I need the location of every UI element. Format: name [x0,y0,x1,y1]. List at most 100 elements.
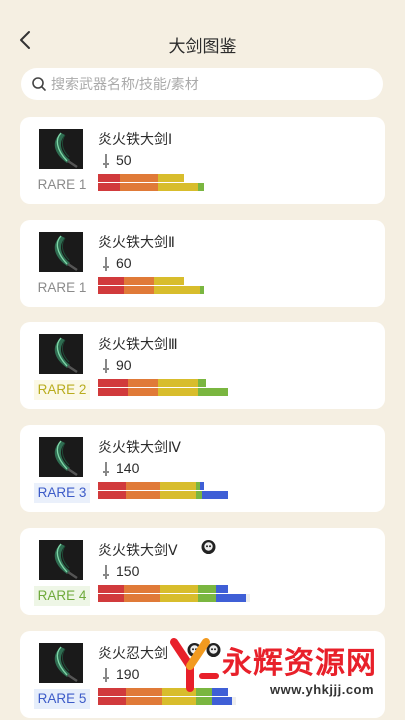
sharpness-segment-green [200,286,204,294]
great-sword-icon [39,129,83,169]
sharpness-segment-green [198,388,228,396]
sharpness-segment-blue [202,491,228,499]
page-title: 大剑图鉴 [168,37,237,56]
skull-badge-icon [200,539,217,556]
sharpness-segment-green [198,585,216,593]
header-bar: 大剑图鉴 [0,0,405,64]
sharpness-segment-orange [124,277,154,285]
rarity-label: RARE 1 [34,278,90,298]
rarity-label: RARE 4 [34,586,90,606]
sharpness-segment-orange [124,594,160,602]
watermark-url: www.yhkjjj.com [270,682,375,697]
sharpness-bar-max [98,183,204,191]
sharpness-segment-green [198,594,216,602]
sharpness-segment-red [98,388,128,396]
sharpness-bar [98,379,206,387]
sharpness-segment-yellow [154,286,200,294]
sharpness-segment-green [198,379,206,387]
sharpness-segment-red [98,697,126,705]
sharpness-segment-blue [200,482,204,490]
sharpness-segment-orange [126,482,160,490]
badge-group [200,539,217,557]
attack-value: 60 [116,255,132,271]
attack-value: 150 [116,563,140,579]
sharpness-segment-red [98,286,124,294]
sharpness-segment-red [98,379,128,387]
weapon-name: 炎火铁大剑Ⅲ [98,336,178,352]
sharpness-segment-yellow [158,183,198,191]
attack-icon [100,564,112,580]
weapon-name: 炎火铁大剑Ⅳ [98,439,181,455]
site-watermark: 永辉资源网 www.yhkjjj.com [160,632,405,720]
sharpness-segment-yellow [160,482,196,490]
great-sword-icon [39,643,83,683]
great-sword-icon [39,232,83,272]
sharpness-segment-blue [216,594,246,602]
sharpness-segment-orange [126,688,162,696]
sharpness-segment-yellow [160,594,198,602]
great-sword-icon [39,334,83,374]
sharpness-segment-orange [126,491,160,499]
weapon-card[interactable]: RARE 2 炎火铁大剑Ⅲ 90 [20,322,385,409]
sharpness-segment-red [98,585,124,593]
sharpness-segment-yellow [158,379,198,387]
sharpness-segment-white [246,594,250,602]
attack-value: 90 [116,357,132,373]
sharpness-bar-max [98,594,250,602]
sharpness-segment-orange [120,174,158,182]
weapon-card[interactable]: RARE 4 炎火铁大剑Ⅴ 150 [20,528,385,615]
attack-value: 50 [116,152,132,168]
great-sword-icon [39,437,83,477]
attack-icon [100,358,112,374]
sharpness-segment-red [98,688,126,696]
sharpness-segment-yellow [154,277,184,285]
sharpness-bar [98,482,204,490]
sharpness-segment-orange [124,585,160,593]
sharpness-segment-orange [126,697,162,705]
sharpness-segment-red [98,482,126,490]
sharpness-bar-max [98,491,228,499]
attack-icon [100,667,112,683]
sharpness-segment-green [198,183,204,191]
weapon-name: 炎火铁大剑Ⅴ [98,542,178,558]
sharpness-segment-yellow [160,491,196,499]
weapon-card[interactable]: RARE 1 炎火铁大剑Ⅱ 60 [20,220,385,307]
search-input[interactable] [51,68,371,100]
sharpness-segment-orange [128,388,158,396]
sharpness-bar-max [98,388,228,396]
rarity-label: RARE 1 [34,175,90,195]
sharpness-bar [98,277,184,285]
attack-value: 190 [116,666,140,682]
weapon-name: 炎火铁大剑Ⅰ [98,131,173,147]
rarity-label: RARE 5 [34,689,90,709]
sharpness-segment-blue [216,585,228,593]
search-bar[interactable] [21,68,383,100]
sharpness-bar-max [98,286,204,294]
great-sword-icon [39,540,83,580]
sharpness-segment-red [98,491,126,499]
sharpness-segment-orange [124,286,154,294]
sharpness-segment-red [98,183,120,191]
attack-value: 140 [116,460,140,476]
sharpness-segment-yellow [158,388,198,396]
watermark-text: 永辉资源网 [222,646,377,681]
sharpness-segment-red [98,277,124,285]
sharpness-segment-yellow [158,174,184,182]
attack-icon [100,461,112,477]
sharpness-bar [98,174,184,182]
rarity-label: RARE 2 [34,380,90,400]
attack-icon [100,256,112,272]
attack-icon [100,153,112,169]
weapon-name: 炎火忍大剑 [98,645,168,661]
search-icon [32,77,46,91]
sharpness-segment-yellow [160,585,198,593]
weapon-card[interactable]: RARE 3 炎火铁大剑Ⅳ 140 [20,425,385,512]
sharpness-bar [98,585,228,593]
sharpness-segment-red [98,174,120,182]
rarity-label: RARE 3 [34,483,90,503]
weapon-card[interactable]: RARE 1 炎火铁大剑Ⅰ 50 [20,117,385,204]
weapon-name: 炎火铁大剑Ⅱ [98,234,175,250]
watermark-logo-icon [170,638,219,692]
sharpness-segment-red [98,594,124,602]
sharpness-segment-orange [120,183,158,191]
